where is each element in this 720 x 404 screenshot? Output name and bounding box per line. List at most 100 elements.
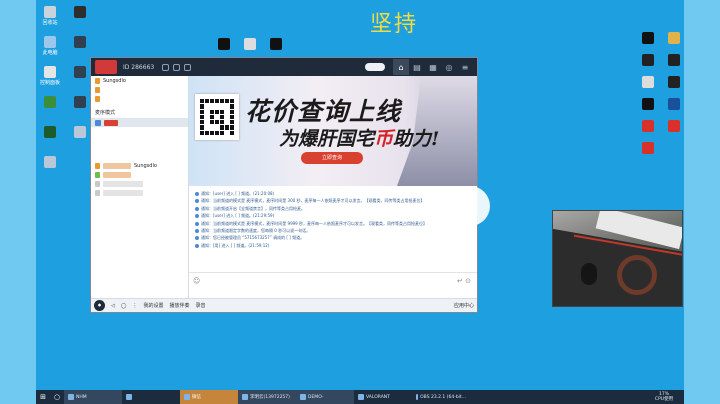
bottom-bar-item[interactable]: 录音	[196, 302, 206, 309]
panel-row[interactable]: Sungsdlo	[91, 76, 188, 85]
app-icon	[44, 126, 56, 138]
mouse	[581, 263, 597, 285]
left-desktop-icon[interactable]	[34, 126, 66, 140]
app-icon	[44, 96, 56, 108]
left-desktop-icon[interactable]	[64, 6, 96, 20]
volume-icon[interactable]: ◁	[111, 303, 115, 309]
selected-channel-row[interactable]	[91, 118, 188, 127]
qr-cell	[215, 125, 219, 130]
right-desktop-icon[interactable]	[658, 32, 690, 46]
taskbar-item[interactable]: OBS 23.2.1 (64-bit...	[412, 390, 470, 404]
right-desktop-icon[interactable]	[632, 142, 664, 156]
promo-banner[interactable]: 花价查询上线 为爆肝国宅币助力! 立即查询	[189, 76, 477, 186]
right-desktop-icon[interactable]	[658, 76, 690, 90]
search-icon[interactable]: ○	[50, 390, 64, 404]
qr-cell	[210, 130, 214, 135]
member-row[interactable]	[91, 188, 188, 197]
qr-cell	[225, 104, 229, 109]
status-icon	[95, 77, 100, 84]
member-row[interactable]	[91, 170, 188, 179]
right-desktop-icon[interactable]	[658, 54, 690, 68]
qr-cell	[200, 120, 204, 125]
lock-icon[interactable]	[162, 63, 170, 71]
left-desktop-icon[interactable]	[34, 96, 66, 110]
chat-message: 通知：您已经被管理员 “5715673257” 调成的 [ ] 频道。	[195, 234, 471, 241]
qr-cell	[215, 120, 219, 125]
taskbar-item[interactable]: 李明云(13972257)	[238, 390, 296, 404]
left-desktop-icon[interactable]	[34, 156, 66, 170]
app-icon	[74, 6, 86, 18]
qr-cell	[210, 125, 214, 130]
taskbar-item[interactable]: VALORANT	[354, 390, 412, 404]
qr-cell	[225, 99, 229, 104]
qr-cell	[210, 99, 214, 104]
chat-message: 通知：当前频道限定字数的速度，您每隔 0 秒可以说一句话。	[195, 227, 471, 234]
app-tab-icon[interactable]: ◎	[441, 59, 457, 75]
taskbar-item-label: 李明云(13972257)	[250, 395, 290, 400]
emoji-icon[interactable]: ☺	[193, 277, 200, 285]
top-desktop-icon[interactable]	[260, 38, 292, 52]
user-icon[interactable]	[173, 63, 181, 71]
taskbar-item[interactable]: 微信	[180, 390, 238, 404]
app-center-link[interactable]: 应用中心	[454, 302, 474, 309]
taskbar-app-icon	[184, 394, 190, 400]
taskbar-item[interactable]	[122, 390, 180, 404]
mode-toggle[interactable]	[365, 63, 385, 71]
qr-cell	[225, 109, 229, 114]
bottom-bar-item[interactable]: 我的设置	[143, 302, 163, 309]
channel-list-panel[interactable]: Sungsdlo 麦序模式 Sungsdlo	[91, 76, 189, 298]
headset-icon[interactable]: ◯	[121, 303, 127, 309]
qr-cell	[205, 109, 209, 114]
taskbar-item[interactable]: NHM	[64, 390, 122, 404]
settings-icon[interactable]	[184, 63, 192, 71]
qr-cell	[205, 99, 209, 104]
left-desktop-icon[interactable]: 控制面板	[34, 66, 66, 86]
qr-cell	[220, 130, 224, 135]
qr-cell	[225, 130, 229, 135]
taskbar-app-icon	[416, 394, 419, 400]
voice-chat-window[interactable]: ID 286663 ⌂ ▤ ▦ ◎ ≡ Sungsdlo 麦序模式 Sungsd…	[90, 57, 478, 313]
qr-cell	[225, 125, 229, 130]
qr-cell	[220, 114, 224, 120]
mic-level-icon[interactable]: ⋮	[132, 303, 137, 309]
chat-message: 通知：[用] 进入 [ ] 频道。(21:59:12)	[195, 242, 471, 249]
qr-cell	[200, 114, 204, 120]
qr-cell	[205, 120, 209, 125]
chat-message: 通知：当前频道的模式是 麦序模式，麦序时间是 300 秒，麦序每一人依照麦序才可…	[195, 197, 471, 204]
app-icon	[668, 76, 680, 88]
taskbar-item[interactable]: DEMO-	[296, 390, 354, 404]
member-row[interactable]	[91, 179, 188, 188]
cpu-tray[interactable]: 17% CPU使用	[644, 392, 684, 402]
qr-cell	[200, 109, 204, 114]
qr-code	[195, 94, 239, 140]
send-options-icon[interactable]: ↵ ⊙	[457, 277, 471, 285]
panel-row[interactable]	[91, 94, 188, 103]
more-tab-icon[interactable]: ≡	[457, 59, 473, 75]
member-row[interactable]: Sungsdlo	[91, 161, 188, 170]
mic-icon[interactable]: ⏺	[94, 300, 105, 311]
left-desktop-icon[interactable]: 回收站	[34, 6, 66, 26]
qr-cell	[220, 120, 224, 125]
game-tab-icon[interactable]: ▤	[409, 59, 425, 75]
panel-row[interactable]	[91, 85, 188, 94]
qr-cell	[220, 104, 224, 109]
right-desktop-icon[interactable]	[658, 120, 690, 134]
left-desktop-icon[interactable]	[64, 36, 96, 50]
home-tab-icon[interactable]: ⌂	[393, 59, 409, 75]
app-icon	[642, 98, 654, 110]
query-now-button[interactable]: 立即查询	[301, 152, 363, 164]
taskbar-item-label: DEMO-	[308, 394, 324, 400]
window-titlebar[interactable]: ID 286663 ⌂ ▤ ▦ ◎ ≡	[91, 58, 477, 76]
app-icon	[74, 36, 86, 48]
qr-cell	[215, 114, 219, 120]
member-name-badge	[103, 189, 143, 196]
start-button-icon[interactable]: ⊞	[36, 390, 50, 404]
right-desktop-icon[interactable]	[658, 98, 690, 112]
left-desktop-icon[interactable]: 此电脑	[34, 36, 66, 56]
chat-message: 通知：[user] 进入 [ ] 频道。(21:20:08)	[195, 190, 471, 197]
qr-cell	[210, 104, 214, 109]
bottom-bar-item[interactable]: 播放伴奏	[169, 302, 189, 309]
grid-tab-icon[interactable]: ▦	[425, 59, 441, 75]
desktop-icon-label: 此电脑	[42, 50, 58, 56]
message-input[interactable]: ☺ ↵ ⊙	[189, 272, 477, 298]
